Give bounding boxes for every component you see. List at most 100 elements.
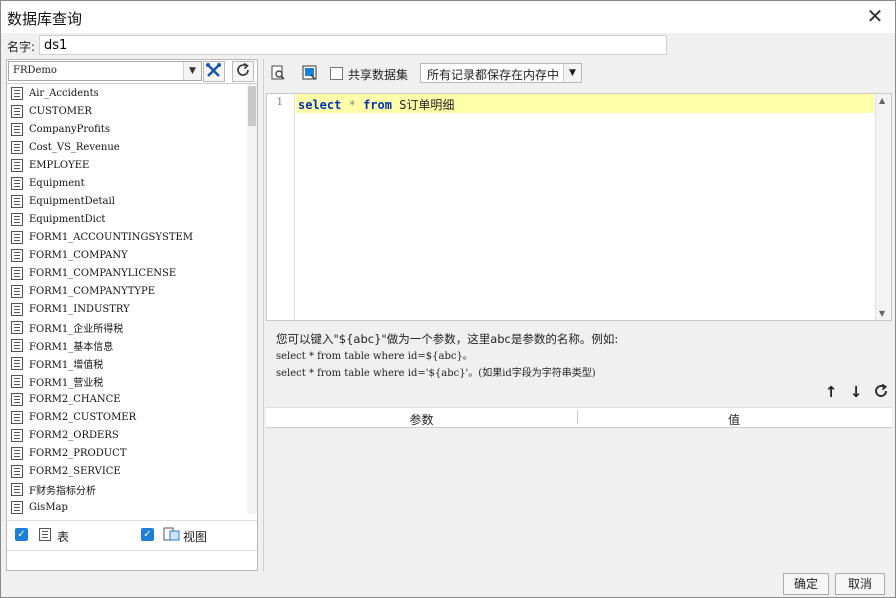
show-tables-checkbox[interactable]: ✓ [15, 528, 28, 541]
table-list-scrollbar[interactable] [247, 84, 257, 514]
table-icon [11, 266, 23, 280]
table-list-item[interactable]: Equipment [7, 174, 247, 192]
table-list-item[interactable]: EquipmentDetail [7, 192, 247, 210]
table-search-input[interactable] [7, 550, 257, 570]
table-icon [11, 230, 23, 244]
table-icon [11, 284, 23, 298]
chevron-up-icon[interactable]: ▲ [879, 96, 885, 105]
table-list-item[interactable]: EquipmentDict [7, 210, 247, 228]
table-list-item[interactable]: FORM1_增值税 [7, 354, 247, 372]
connection-settings-button[interactable] [203, 61, 225, 82]
table-list-item[interactable]: FORM1_INDUSTRY [7, 300, 247, 318]
scrollbar-thumb[interactable] [248, 86, 256, 126]
show-views-checkbox[interactable]: ✓ [141, 528, 154, 541]
table-list-item[interactable]: EMPLOYEE [7, 156, 247, 174]
preview-icon[interactable] [270, 65, 286, 84]
line-number: 1 [276, 97, 283, 108]
table-name: CUSTOMER [29, 105, 92, 117]
sql-table-name: S订单明细 [399, 98, 455, 112]
table-list-item[interactable]: Cost_VS_Revenue [7, 138, 247, 156]
table-name: FORM1_增值税 [29, 359, 104, 371]
parameter-icon[interactable] [302, 65, 318, 84]
sql-keyword-from: from [363, 98, 392, 112]
table-list-item[interactable]: FORM1_COMPANYLICENSE [7, 264, 247, 282]
move-down-icon[interactable]: ↓ [847, 383, 865, 401]
table-name: FORM2_CHANCE [29, 393, 121, 405]
table-icon [11, 428, 23, 442]
refresh-tables-button[interactable] [232, 61, 254, 82]
table-browser-panel: FRDemo ▼ Air_Accidents CUSTOMER CompanyPro… [6, 59, 258, 571]
table-name: F财务指标分析 [29, 485, 96, 497]
sql-editor-scrollbar[interactable]: ▲ ▼ [875, 94, 891, 320]
show-views-label: 视图 [183, 530, 208, 544]
table-name: FORM1_企业所得税 [29, 323, 124, 335]
chevron-down-icon[interactable]: ▼ [183, 62, 201, 80]
table-icon [11, 320, 23, 334]
table-icon [11, 356, 23, 370]
sql-star: * [348, 98, 356, 112]
table-list-item[interactable]: CompanyProfits [7, 120, 247, 138]
storage-mode-select[interactable]: 所有记录都保存在内存中 ▼ [420, 63, 582, 83]
close-icon[interactable]: ✕ [863, 3, 887, 29]
chevron-down-icon[interactable]: ▼ [879, 309, 885, 318]
chevron-down-icon[interactable]: ▼ [563, 64, 581, 82]
sql-editor[interactable]: 1 select * from S订单明细 ▲ ▼ [266, 93, 892, 321]
table-list-item[interactable]: FORM2_CUSTOMER [7, 408, 247, 426]
table-icon [11, 104, 23, 118]
table-list-item[interactable]: FORM2_PRODUCT [7, 444, 247, 462]
table-list-item[interactable]: CUSTOMER [7, 102, 247, 120]
table-list-item[interactable]: Air_Accidents [7, 84, 247, 102]
param-column-header[interactable]: 参数 [266, 411, 577, 428]
table-name: FORM2_PRODUCT [29, 447, 127, 459]
refresh-parameters-icon[interactable] [872, 383, 890, 401]
view-icon [163, 526, 181, 545]
table-list-item[interactable]: FORM2_SERVICE [7, 462, 247, 480]
name-label: 名字: [7, 40, 36, 54]
sql-keyword-select: select [298, 98, 342, 112]
table-name: FORM2_ORDERS [29, 429, 119, 441]
table-icon [11, 500, 23, 514]
show-tables-label: 表 [57, 530, 70, 544]
parameter-table-header: 参数 值 [266, 408, 892, 428]
title-bar: 数据库查询 ✕ [1, 1, 895, 33]
table-list[interactable]: Air_Accidents CUSTOMER CompanyProfits Cost_… [7, 84, 247, 514]
value-column-header[interactable]: 值 [578, 411, 890, 428]
query-panel: 共享数据集 所有记录都保存在内存中 ▼ 1 select * from S订单明… [263, 59, 895, 571]
table-name: EquipmentDetail [29, 195, 115, 207]
ok-button[interactable]: 确定 [783, 573, 829, 595]
query-toolbar: 共享数据集 所有记录都保存在内存中 ▼ [264, 59, 896, 87]
button-bar: 确定 取消 [1, 571, 895, 597]
table-name: FORM2_SERVICE [29, 465, 121, 477]
parameter-table[interactable]: 参数 值 [266, 407, 892, 571]
table-icon [11, 392, 23, 406]
dialog-title: 数据库查询 [7, 10, 83, 28]
table-icon [11, 194, 23, 208]
table-list-item[interactable]: FORM1_营业税 [7, 372, 247, 390]
filter-row: ✓ 表 ✓ 视图 [7, 520, 257, 548]
table-name: EMPLOYEE [29, 159, 90, 171]
table-list-item[interactable]: FORM1_企业所得税 [7, 318, 247, 336]
table-icon [11, 374, 23, 388]
sql-code-line[interactable]: select * from S订单明细 [296, 94, 874, 113]
table-list-item[interactable]: FORM1_COMPANYTYPE [7, 282, 247, 300]
cancel-button[interactable]: 取消 [835, 573, 885, 595]
table-list-item[interactable]: FORM2_ORDERS [7, 426, 247, 444]
hint-line-1: 您可以键入"${abc}"做为一个参数，这里abc是参数的名称。例如: [276, 332, 619, 346]
table-list-item[interactable]: FORM1_COMPANY [7, 246, 247, 264]
table-name: CompanyProfits [29, 123, 110, 135]
database-query-dialog: 数据库查询 ✕ 名字: FRDemo ▼ [0, 0, 896, 598]
table-list-item[interactable]: GisMap [7, 498, 247, 514]
table-name: EquipmentDict [29, 213, 106, 225]
table-list-item[interactable]: F财务指标分析 [7, 480, 247, 498]
connection-select[interactable]: FRDemo ▼ [8, 61, 202, 81]
table-name: FORM2_CUSTOMER [29, 411, 137, 423]
shared-dataset-checkbox[interactable] [330, 67, 343, 80]
table-name: FORM1_COMPANY [29, 249, 128, 261]
table-icon [11, 248, 23, 262]
table-list-item[interactable]: FORM1_ACCOUNTINGSYSTEM [7, 228, 247, 246]
move-up-icon[interactable]: ↑ [822, 383, 840, 401]
table-name: FORM1_COMPANYTYPE [29, 285, 156, 297]
table-list-item[interactable]: FORM2_CHANCE [7, 390, 247, 408]
name-input[interactable] [39, 35, 667, 55]
table-list-item[interactable]: FORM1_基本信息 [7, 336, 247, 354]
